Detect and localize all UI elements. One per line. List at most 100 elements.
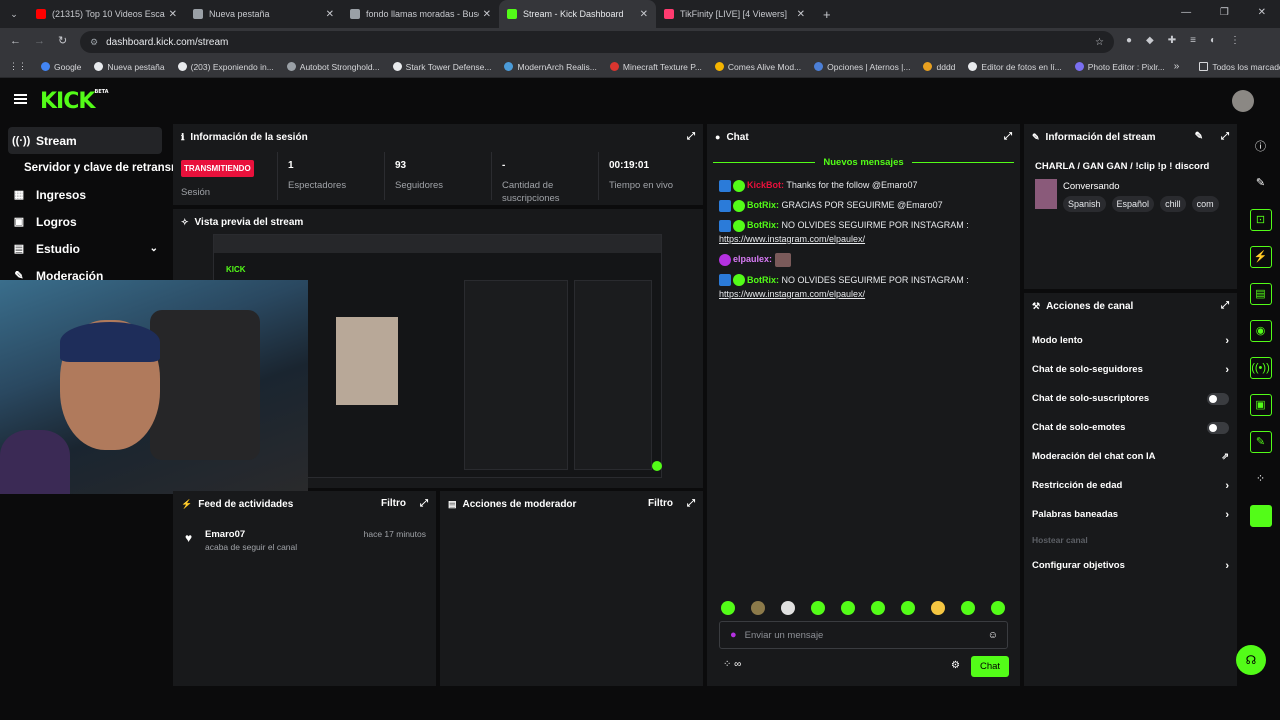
bolt-icon[interactable]: ⚡	[1241, 238, 1280, 275]
edit-icon[interactable]: ✎	[1241, 164, 1280, 201]
popout-icon[interactable]: ⤢	[1004, 131, 1012, 142]
all-bookmarks[interactable]: Todos los marcadores	[1199, 62, 1280, 72]
close-tab-icon[interactable]: ✕	[640, 9, 648, 20]
crop-icon[interactable]: ⊡	[1241, 201, 1280, 238]
sidebar-item-estudio[interactable]: ▤ Estudio ⌄	[0, 235, 170, 262]
channel-action-row[interactable]: Moderación del chat con IA ⇗	[1024, 442, 1237, 471]
channel-action-row[interactable]: Palabras baneadas ›	[1024, 500, 1237, 529]
reload-icon[interactable]: ↻	[58, 34, 67, 47]
bookmark-item[interactable]: Stark Tower Defense...	[392, 62, 491, 72]
emote-bar[interactable]	[713, 601, 1013, 615]
document-icon[interactable]: ▤	[1241, 275, 1280, 312]
send-chat-button[interactable]: Chat	[971, 656, 1009, 677]
chat-input[interactable]: ● Enviar un mensaje ☺	[719, 621, 1008, 649]
broadcast-icon[interactable]: ((•))	[1241, 349, 1280, 386]
bookmark-favicon-icon	[609, 62, 619, 71]
bookmark-item[interactable]: Nueva pestaña	[94, 62, 165, 72]
bookmark-item[interactable]: (203) Exponiendo in...	[177, 62, 274, 72]
edit-icon[interactable]: ✎	[1195, 131, 1203, 142]
mod-filter[interactable]: Filtro	[648, 498, 673, 509]
bookmark-item[interactable]: Google	[41, 62, 81, 72]
apps-icon[interactable]: ⋮⋮	[9, 61, 27, 72]
close-tab-icon[interactable]: ✕	[797, 9, 805, 20]
site-info-icon[interactable]: ⚙	[90, 37, 98, 48]
bookmark-star-icon[interactable]: ☆	[1095, 37, 1104, 48]
toggle-switch[interactable]	[1207, 392, 1229, 405]
bookmark-item[interactable]: Comes Alive Mod...	[714, 62, 801, 72]
sidebar-item-stream[interactable]: ((·)) Stream	[8, 127, 162, 154]
bookmark-item[interactable]: Editor de fotos en lí...	[968, 62, 1062, 72]
popout-icon[interactable]: ⤢	[1221, 131, 1229, 142]
status-label: Sesión	[181, 187, 211, 198]
forward-icon[interactable]: →	[34, 35, 45, 47]
channel-action-row[interactable]: Chat de solo-emotes	[1024, 413, 1237, 442]
bookmark-item[interactable]: dddd	[923, 62, 955, 72]
close-tab-icon[interactable]: ✕	[169, 9, 177, 20]
tab-search-icon[interactable]: ⌄	[0, 9, 28, 20]
browser-tab[interactable]: Stream - Kick Dashboard ✕	[499, 0, 656, 28]
stream-tag[interactable]: Español	[1111, 196, 1155, 212]
stream-tag[interactable]: com	[1191, 196, 1219, 212]
settings-gear-icon[interactable]: ⚙	[951, 660, 960, 671]
new-tab-icon[interactable]: +	[823, 7, 831, 22]
browser-tab[interactable]: (21315) Top 10 Videos Escalofri ✕	[28, 0, 185, 28]
nav-icon: ▤	[13, 243, 25, 255]
bookmark-item[interactable]: Autobot Stronghold...	[286, 62, 380, 72]
nav-icon: ((·))	[12, 134, 31, 147]
popout-icon[interactable]: ⤢	[687, 131, 695, 142]
mic-icon[interactable]: ●	[730, 629, 737, 641]
bookmark-favicon-icon	[504, 62, 514, 71]
bookmark-item[interactable]: Photo Editor : Pixlr...	[1074, 62, 1165, 72]
channel-action-row[interactable]: Configurar objetivos ›	[1024, 551, 1237, 580]
channel-action-row[interactable]: Modo lento ›	[1024, 326, 1237, 355]
emoji-icon[interactable]: ☺	[988, 630, 998, 641]
chat-extras[interactable]: ⁘ ∞	[723, 659, 741, 670]
bookmark-item[interactable]: ModernArch Realis...	[504, 62, 597, 72]
hamburger-menu-icon[interactable]	[14, 94, 27, 104]
wrench-icon[interactable]: ✎	[1241, 423, 1280, 460]
close-tab-icon[interactable]: ✕	[326, 9, 334, 20]
right-rail: ⓘ ✎ ⊡ ⚡ ▤ ◉ ((•)) ▣ ✎ ⁘	[1241, 127, 1280, 534]
browser-tab[interactable]: Nueva pestaña ✕	[185, 0, 342, 28]
kick-logo[interactable]: KICKBETA	[40, 89, 109, 114]
channel-action-label: Modo lento	[1032, 335, 1083, 346]
subs-count: -	[502, 160, 506, 171]
more-bookmarks-icon[interactable]: »	[1174, 61, 1180, 72]
popout-icon[interactable]: ⤢	[420, 498, 428, 509]
channel-action-row[interactable]: Chat de solo-seguidores ›	[1024, 355, 1237, 384]
preview-icon: ✧	[181, 216, 189, 227]
chat-bubble-icon[interactable]: ◉	[1241, 312, 1280, 349]
activity-panel: ⚡ Feed de actividades Filtro ⤢ ♥ Emaro07 …	[173, 491, 436, 686]
browser-tab[interactable]: fondo llamas moradas - Buscar ✕	[342, 0, 499, 28]
monitor-icon[interactable]: ▣	[1241, 386, 1280, 423]
info-icon[interactable]: ⓘ	[1241, 127, 1280, 164]
sidebar-item-logros[interactable]: ▣ Logros	[0, 208, 170, 235]
users-icon[interactable]: ⁘	[1241, 460, 1280, 497]
stream-tag[interactable]: Spanish	[1063, 196, 1106, 212]
popout-icon[interactable]: ⤢	[1221, 300, 1229, 311]
bookmark-item[interactable]: Opciones | Aternos |...	[814, 62, 910, 72]
avatar[interactable]	[1232, 90, 1254, 112]
chat-link[interactable]: https://www.instagram.com/elpaulex/	[719, 234, 865, 244]
sidebar-item-servidor[interactable]: Servidor y clave de retransm	[0, 154, 181, 181]
chat-link[interactable]: https://www.instagram.com/elpaulex/	[719, 289, 865, 299]
url-input[interactable]: ⚙ dashboard.kick.com/stream ☆	[80, 31, 1114, 53]
bookmark-item[interactable]: Minecraft Texture P...	[609, 62, 702, 72]
support-headset-icon[interactable]: ☊	[1236, 645, 1266, 675]
sidebar-item-ingresos[interactable]: ▦ Ingresos	[0, 181, 170, 208]
url-text: dashboard.kick.com/stream	[106, 36, 229, 48]
close-tab-icon[interactable]: ✕	[483, 9, 491, 20]
stream-tag[interactable]: chill	[1160, 196, 1186, 212]
extension-icons[interactable]: ● ◆ ✚ ≡ ◐ ⋮	[1126, 35, 1240, 46]
channel-action-row[interactable]: Chat de solo-suscriptores	[1024, 384, 1237, 413]
back-icon[interactable]: ←	[10, 35, 21, 47]
channel-action-row[interactable]: Restricción de edad ›	[1024, 471, 1237, 500]
browser-tab[interactable]: TikFinity [LIVE] [4 Viewers] ✕	[656, 0, 813, 28]
window-controls[interactable]: — ❐ ✕	[1181, 7, 1266, 18]
toggle-switch[interactable]	[1207, 421, 1229, 434]
tab-label: Nueva pestaña	[209, 9, 270, 19]
tab-label: (21315) Top 10 Videos Escalofri	[52, 9, 165, 19]
app-icon[interactable]	[1241, 497, 1280, 534]
popout-icon[interactable]: ⤢	[687, 498, 695, 509]
activity-filter[interactable]: Filtro	[381, 498, 406, 509]
